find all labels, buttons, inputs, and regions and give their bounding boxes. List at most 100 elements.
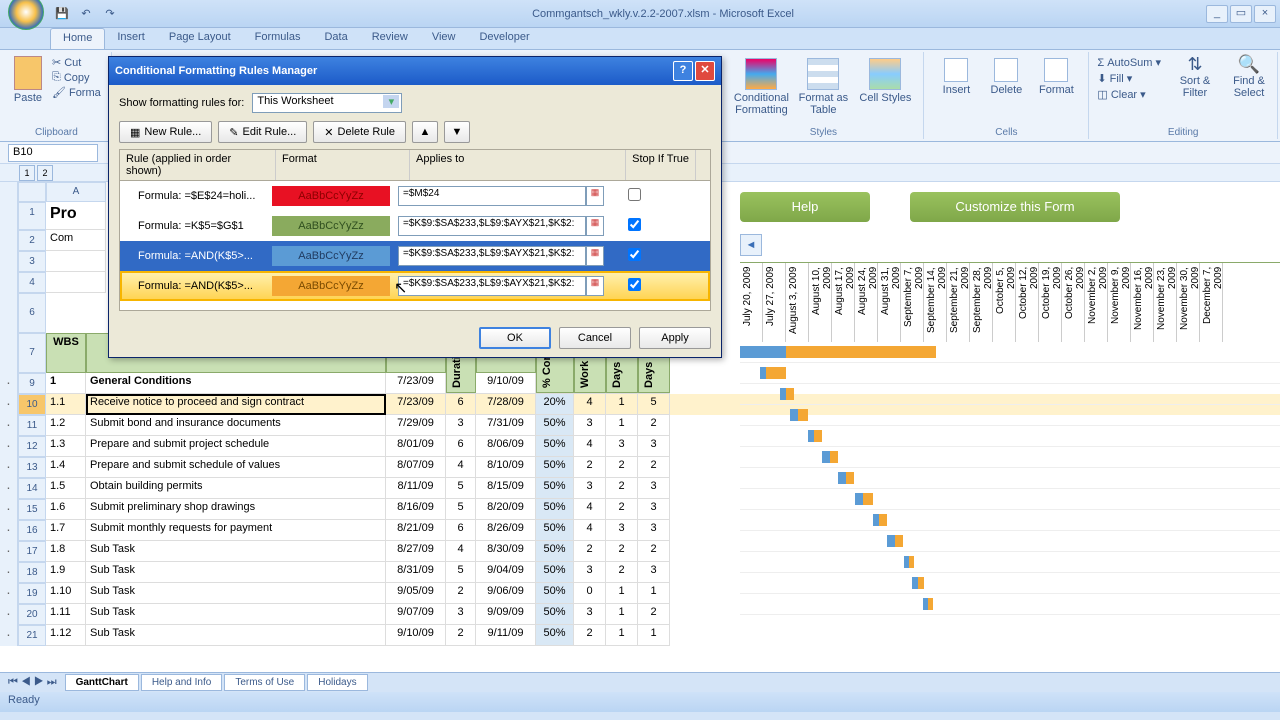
date-column: September 7, 2009	[901, 263, 924, 342]
move-down-button[interactable]: ▼	[444, 121, 470, 143]
outline-level-2[interactable]: 2	[37, 165, 53, 181]
cell-styles-button[interactable]: Cell Styles	[857, 58, 913, 104]
styles-group-label: Styles	[723, 127, 923, 138]
task-row[interactable]: ·21 1.12 Sub Task 9/10/09 2 9/11/09 50% …	[0, 625, 1280, 646]
tab-home[interactable]: Home	[50, 28, 105, 49]
gantt-bar	[879, 514, 887, 526]
tab-formulas[interactable]: Formulas	[243, 28, 313, 49]
edit-rule-button[interactable]: ✎Edit Rule...	[218, 121, 307, 143]
minimize-button[interactable]: _	[1206, 5, 1228, 23]
date-column: November 2, 2009	[1085, 263, 1108, 342]
gantt-chart	[740, 342, 1280, 615]
date-column: August 24, 2009	[855, 263, 878, 342]
sheet-tab-terms[interactable]: Terms of Use	[224, 674, 305, 691]
copy-button[interactable]: ⎘Copy	[52, 71, 101, 84]
sheet-tab-bar: ⏮ ◀ ▶ ⏭ GanttChart Help and Info Terms o…	[0, 672, 1280, 692]
close-button[interactable]: ×	[1254, 5, 1276, 23]
date-column: October 5, 2009	[993, 263, 1016, 342]
rule-row[interactable]: Formula: =AND(K$5>... AaBbCcYyZz =$K$9:$…	[120, 241, 710, 271]
cut-button[interactable]: ✂Cut	[52, 56, 101, 69]
rules-header: Rule (applied in order shown) Format App…	[119, 149, 711, 181]
delete-icon: ✕	[324, 126, 333, 139]
delete-rule-button[interactable]: ✕Delete Rule	[313, 121, 406, 143]
stop-if-true-checkbox[interactable]	[628, 248, 641, 261]
scroll-left-button[interactable]: ◄	[740, 234, 762, 256]
stop-if-true-checkbox[interactable]	[628, 218, 641, 231]
clear-button[interactable]: ◫Clear ▾	[1097, 88, 1161, 101]
outline-level-1[interactable]: 1	[19, 165, 35, 181]
save-icon[interactable]: 💾	[52, 4, 72, 24]
help-button[interactable]: Help	[740, 192, 870, 222]
move-up-button[interactable]: ▲	[412, 121, 438, 143]
format-painter-button[interactable]: 🖌Forma	[52, 86, 101, 99]
insert-button[interactable]: Insert	[934, 58, 978, 96]
scope-select[interactable]: This Worksheet	[252, 93, 402, 113]
sheet-tab-help[interactable]: Help and Info	[141, 674, 223, 691]
tab-review[interactable]: Review	[360, 28, 420, 49]
show-rules-label: Show formatting rules for:	[119, 97, 244, 109]
rule-row[interactable]: Formula: =$E$24=holi... AaBbCcYyZz =$M$2…	[120, 181, 710, 211]
find-select-button[interactable]: 🔍Find & Select	[1227, 54, 1271, 103]
tab-data[interactable]: Data	[312, 28, 359, 49]
sort-filter-button[interactable]: ⇅Sort & Filter	[1173, 54, 1217, 103]
sheet-tab-holidays[interactable]: Holidays	[307, 674, 367, 691]
delete-button[interactable]: Delete	[984, 58, 1028, 96]
undo-icon[interactable]: ↶	[76, 4, 96, 24]
range-selector-icon[interactable]: ▦	[586, 186, 604, 206]
new-rule-button[interactable]: ▦New Rule...	[119, 121, 212, 143]
gantt-row	[740, 342, 1280, 363]
stop-if-true-checkbox[interactable]	[628, 188, 641, 201]
format-as-table-button[interactable]: Format as Table	[795, 58, 851, 116]
fill-button[interactable]: ⬇Fill ▾	[1097, 72, 1161, 85]
clipboard-group-label: Clipboard	[2, 127, 111, 138]
gantt-bar	[918, 577, 924, 589]
range-selector-icon[interactable]: ▦	[586, 246, 604, 266]
stop-if-true-checkbox[interactable]	[628, 278, 641, 291]
conditional-formatting-button[interactable]: Conditional Formatting	[733, 58, 789, 116]
conditional-formatting-dialog: Conditional Formatting Rules Manager ? ✕…	[108, 56, 722, 358]
gantt-row	[740, 552, 1280, 573]
format-button[interactable]: Format	[1034, 58, 1078, 96]
gantt-bar	[863, 493, 873, 505]
gantt-bar	[822, 451, 830, 463]
dialog-title-bar[interactable]: Conditional Formatting Rules Manager ? ✕	[109, 57, 721, 85]
cancel-button[interactable]: Cancel	[559, 327, 631, 349]
dialog-close-button[interactable]: ✕	[695, 61, 715, 81]
restore-button[interactable]: ▭	[1230, 5, 1252, 23]
date-column: November 16, 2009	[1131, 263, 1154, 342]
range-selector-icon[interactable]: ▦	[586, 276, 604, 296]
redo-icon[interactable]: ↷	[100, 4, 120, 24]
gantt-bar	[786, 388, 794, 400]
sigma-icon: Σ	[1097, 57, 1104, 69]
tab-developer[interactable]: Developer	[467, 28, 541, 49]
rules-list[interactable]: Formula: =$E$24=holi... AaBbCcYyZz =$M$2…	[119, 181, 711, 311]
rule-row[interactable]: Formula: =AND(K$5>... AaBbCcYyZz =$K$9:$…	[120, 271, 710, 301]
sheet-tab-ganttchart[interactable]: GanttChart	[65, 674, 139, 691]
gantt-bar	[887, 535, 895, 547]
autosum-button[interactable]: ΣAutoSum ▾	[1097, 56, 1161, 69]
ok-button[interactable]: OK	[479, 327, 551, 349]
customize-form-button[interactable]: Customize this Form	[910, 192, 1120, 222]
date-column: July 27, 2009	[763, 263, 786, 342]
tab-view[interactable]: View	[420, 28, 468, 49]
tab-page-layout[interactable]: Page Layout	[157, 28, 243, 49]
rule-row[interactable]: Formula: =K$5=$G$1 AaBbCcYyZz =$K$9:$SA$…	[120, 211, 710, 241]
gantt-row	[740, 489, 1280, 510]
gantt-bar	[786, 346, 936, 358]
cell-a2[interactable]: Com	[46, 230, 106, 251]
apply-button[interactable]: Apply	[639, 327, 711, 349]
col-header-a[interactable]: A	[46, 182, 106, 202]
tab-nav-icons[interactable]: ⏮ ◀ ▶ ⏭	[8, 676, 57, 689]
range-selector-icon[interactable]: ▦	[586, 216, 604, 236]
paste-button[interactable]: Paste	[8, 54, 48, 110]
tab-insert[interactable]: Insert	[105, 28, 157, 49]
gantt-row	[740, 531, 1280, 552]
office-button[interactable]	[8, 0, 44, 30]
gantt-bar	[855, 493, 863, 505]
dialog-help-button[interactable]: ?	[673, 61, 693, 81]
cell-a1[interactable]: Pro	[46, 202, 106, 230]
scissors-icon: ✂	[52, 56, 61, 69]
dialog-title: Conditional Formatting Rules Manager	[115, 65, 671, 77]
gantt-bar	[928, 598, 933, 610]
name-box[interactable]: B10	[8, 144, 98, 162]
